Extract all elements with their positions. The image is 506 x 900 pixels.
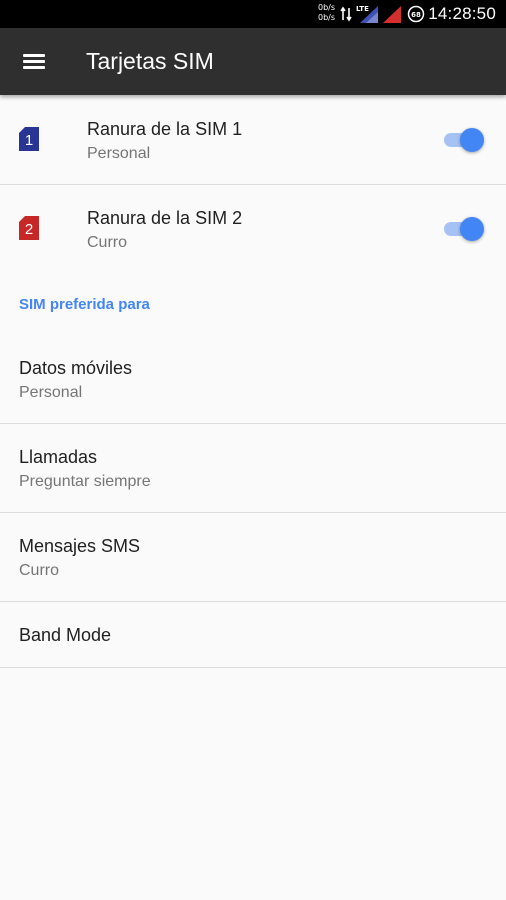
pref-item-title: Mensajes SMS — [19, 536, 141, 556]
data-activity-icon — [340, 6, 352, 22]
sim-1-badge: 1 — [25, 132, 33, 149]
sim-slot-1-toggle[interactable] — [440, 125, 486, 155]
pref-item-title: Datos móviles — [19, 358, 133, 378]
sim-slot-2-title: Ranura de la SIM 2 — [87, 208, 243, 228]
sim-card-2-icon: 2 — [19, 216, 39, 240]
pref-item-band-mode[interactable]: Band Mode — [0, 602, 506, 667]
sim-slot-1-row[interactable]: 1 Ranura de la SIM 1 Personal — [0, 96, 506, 184]
battery-icon: 68 — [407, 5, 425, 23]
section-header-preferred-sim: SIM preferida para — [19, 296, 150, 313]
battery-level: 68 — [411, 11, 421, 19]
pref-item-calls[interactable]: Llamadas Preguntar siempre — [0, 424, 506, 512]
sim-2-badge: 2 — [25, 221, 33, 238]
sim-card-1-icon: 1 — [19, 127, 39, 151]
sim-slot-2-row[interactable]: 2 Ranura de la SIM 2 Curro — [0, 185, 506, 273]
pref-item-sms[interactable]: Mensajes SMS Curro — [0, 513, 506, 601]
pref-item-title: Band Mode — [19, 625, 112, 645]
network-speed: 0b/s 0b/s — [318, 3, 340, 23]
upload-speed: 0b/s — [318, 3, 336, 12]
divider — [0, 667, 506, 668]
page-title: Tarjetas SIM — [86, 48, 214, 74]
pref-item-subtitle: Personal — [19, 384, 83, 401]
sim-slot-2-subtitle: Curro — [87, 234, 128, 251]
pref-item-mobile-data[interactable]: Datos móviles Personal — [0, 335, 506, 423]
hamburger-menu-icon[interactable] — [14, 41, 54, 81]
signal-sim2-icon — [383, 6, 401, 23]
clock: 14:28:50 — [428, 4, 496, 23]
sim-slot-2-toggle[interactable] — [440, 214, 486, 244]
app-bar: Tarjetas SIM — [0, 28, 506, 95]
pref-item-title: Llamadas — [19, 447, 98, 467]
signal-sim1-icon — [360, 6, 378, 23]
sim-slot-1-title: Ranura de la SIM 1 — [87, 119, 243, 139]
pref-item-subtitle: Curro — [19, 562, 60, 579]
pref-item-subtitle: Preguntar siempre — [19, 473, 151, 490]
status-bar: 0b/s 0b/s LTE 68 14:28:50 — [0, 0, 506, 28]
sim-slot-1-subtitle: Personal — [87, 145, 151, 162]
download-speed: 0b/s — [318, 13, 336, 22]
